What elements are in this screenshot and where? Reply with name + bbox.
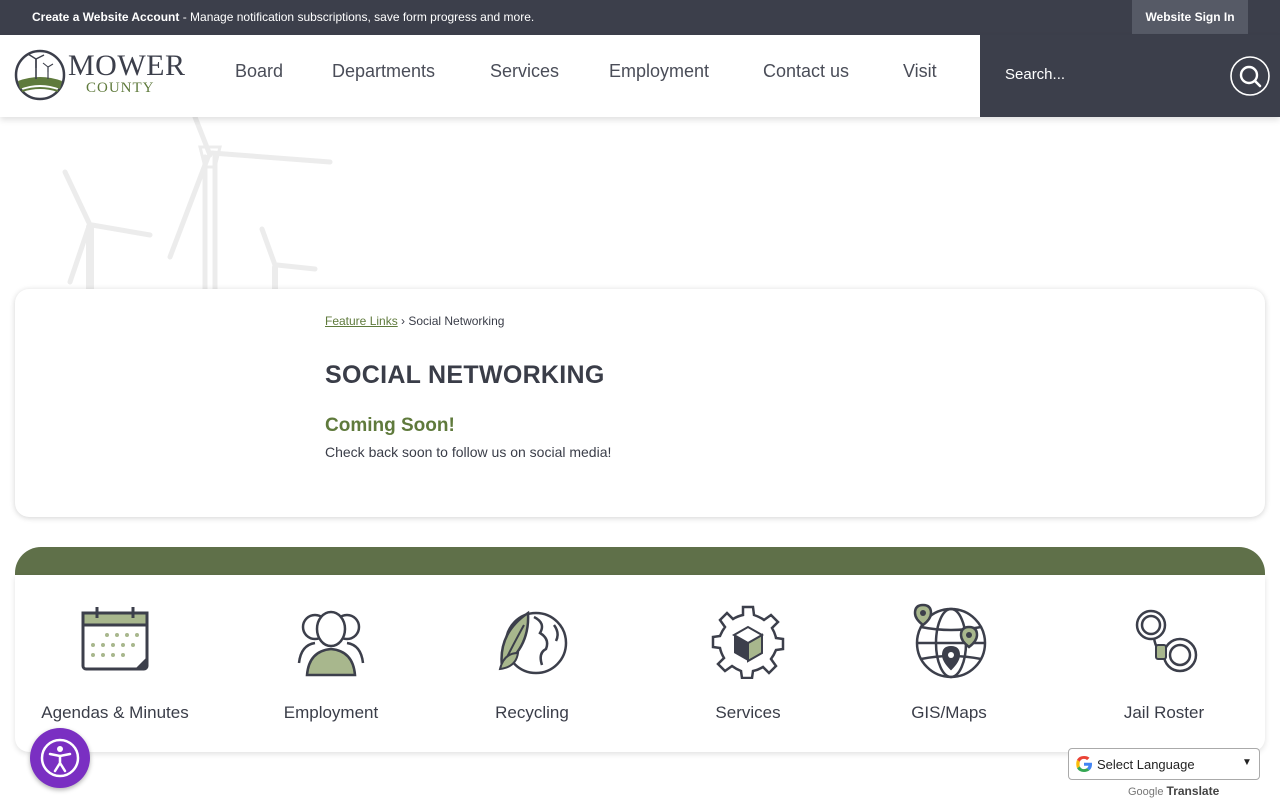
chevron-down-icon: ▼ — [1242, 757, 1252, 768]
language-select[interactable]: Select Language ▼ — [1068, 748, 1260, 780]
page-subtitle: Coming Soon! — [325, 415, 455, 436]
quick-link-label: Jail Roster — [1123, 703, 1205, 722]
site-header: MOWER COUNTY Board Departments Services … — [0, 35, 1280, 117]
google-wordmark: Google — [1128, 786, 1164, 798]
logo-subtitle: COUNTY — [86, 80, 155, 96]
quick-link-agendas-minutes[interactable]: Agendas & Minutes — [25, 603, 205, 743]
quick-link-employment[interactable]: Employment — [241, 603, 421, 743]
quick-link-label: Recycling — [495, 703, 569, 722]
globe-pin-icon — [913, 603, 987, 679]
logo-wordmark: MOWER — [68, 49, 186, 82]
nav-visit[interactable]: Visit — [903, 61, 937, 82]
website-sign-in-button[interactable]: Website Sign In — [1132, 0, 1248, 34]
create-account-link[interactable]: Create a Website Account — [32, 10, 179, 24]
people-icon — [297, 610, 365, 677]
google-g-icon — [1076, 756, 1092, 772]
quick-link-label: Agendas & Minutes — [41, 703, 189, 722]
quick-link-jail-roster[interactable]: Jail Roster — [1074, 603, 1254, 743]
nav-contact-us[interactable]: Contact us — [763, 61, 849, 82]
powered-by-google-translate: Google Translate — [1128, 784, 1219, 798]
calendar-icon — [81, 607, 149, 671]
translate-link[interactable]: Translate — [1167, 784, 1220, 798]
promo-text: - Manage notification subscriptions, sav… — [179, 10, 535, 24]
search-placeholder: Search... — [1005, 66, 1066, 83]
hero-banner — [0, 117, 1280, 292]
top-bar: Create a Website Account - Manage notifi… — [0, 0, 1280, 35]
globe-leaf-icon — [498, 610, 568, 675]
gear-box-icon — [711, 605, 785, 679]
accessibility-icon — [40, 738, 80, 778]
nav-services[interactable]: Services — [490, 61, 559, 82]
county-logo[interactable]: MOWER COUNTY — [14, 48, 189, 104]
breadcrumb: Feature Links › Social Networking — [325, 314, 504, 328]
breadcrumb-separator: › — [397, 314, 409, 328]
breadcrumb-current: Social Networking — [408, 314, 505, 328]
nav-departments[interactable]: Departments — [332, 61, 435, 82]
nav-board[interactable]: Board — [235, 61, 283, 82]
wind-turbine-graphic — [62, 117, 333, 292]
language-select-label: Select Language — [1097, 757, 1195, 772]
quick-link-recycling[interactable]: Recycling — [442, 603, 622, 743]
quick-link-label: Employment — [283, 703, 379, 722]
page-body-text: Check back soon to follow us on social m… — [325, 444, 612, 460]
handcuffs-icon — [1135, 609, 1198, 673]
search-icon[interactable] — [1230, 56, 1270, 96]
quick-link-label: Services — [715, 703, 781, 722]
quick-link-gis-maps[interactable]: GIS/Maps — [859, 603, 1039, 743]
nav-employment[interactable]: Employment — [609, 61, 709, 82]
quick-link-services[interactable]: Services — [658, 603, 838, 743]
quick-link-label: GIS/Maps — [911, 703, 987, 722]
page-title: SOCIAL NETWORKING — [325, 361, 605, 389]
account-promo: Create a Website Account - Manage notifi… — [32, 10, 534, 24]
breadcrumb-feature-links[interactable]: Feature Links — [325, 314, 398, 328]
content-card: Feature Links › Social Networking SOCIAL… — [15, 289, 1265, 517]
quick-links-panel: Agendas & Minutes Employment Recycling S… — [15, 575, 1265, 752]
logo-emblem-icon — [14, 49, 66, 101]
accessibility-button[interactable] — [30, 728, 90, 788]
